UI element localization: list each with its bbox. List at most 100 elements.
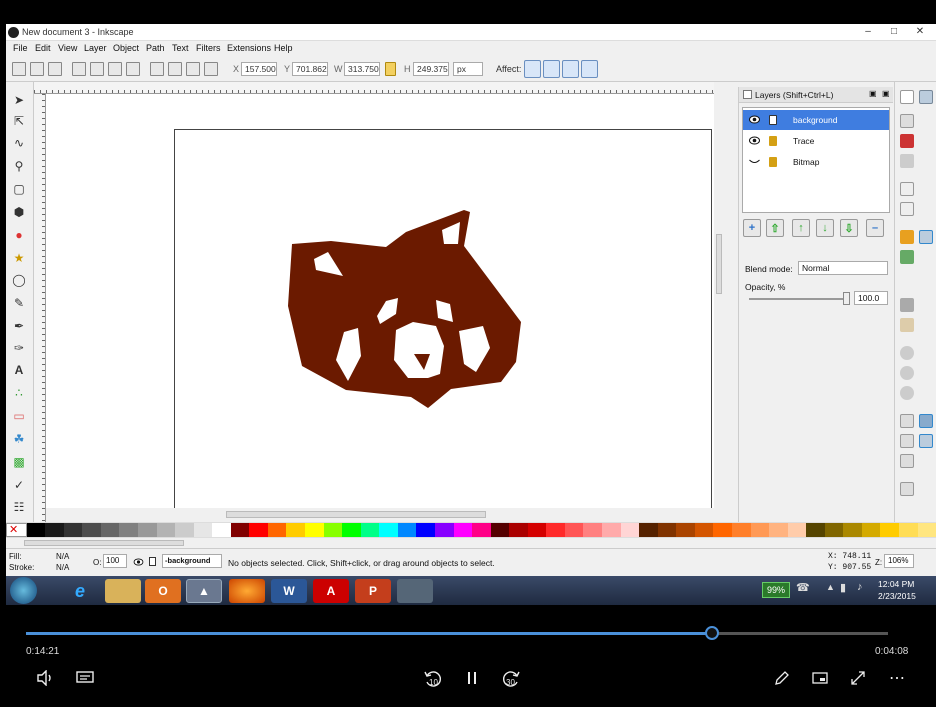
color-palette[interactable]: ✕ [6, 522, 936, 538]
lock-ratio-icon[interactable] [385, 62, 396, 76]
select-all-icon[interactable] [12, 62, 26, 76]
redo-icon[interactable] [900, 250, 914, 264]
star-tool-icon[interactable]: ★ [11, 250, 27, 266]
blend-mode-select[interactable]: Normal [798, 261, 888, 275]
lower-icon[interactable] [186, 62, 200, 76]
color-swatch[interactable] [620, 523, 640, 537]
color-swatch[interactable] [82, 523, 101, 537]
lower-to-bottom-icon[interactable] [204, 62, 218, 76]
raise-to-top-icon[interactable] [150, 62, 164, 76]
layer-row-background[interactable]: background [743, 110, 889, 130]
y-input[interactable]: 701.862 [292, 62, 328, 76]
color-swatch[interactable] [806, 523, 825, 537]
color-swatch[interactable] [45, 523, 64, 537]
color-swatch[interactable] [193, 523, 213, 537]
rectangle-tool-icon[interactable]: ▢ [11, 181, 27, 197]
network-icon[interactable]: ▮ [840, 581, 846, 594]
snap-guide-icon[interactable] [919, 434, 933, 448]
palette-scrollbar[interactable] [20, 538, 936, 548]
duplicate-icon[interactable] [900, 414, 914, 428]
color-swatch[interactable] [602, 523, 621, 537]
color-swatch[interactable] [899, 523, 918, 537]
spiral-tool-icon[interactable]: ◯ [11, 272, 27, 288]
add-layer-button[interactable]: + [743, 219, 761, 237]
color-swatch[interactable] [63, 523, 83, 537]
lock-open-icon[interactable] [769, 115, 777, 125]
zoom-drawing-icon[interactable] [900, 366, 914, 380]
menu-extensions[interactable]: Extensions [227, 43, 271, 53]
x-input[interactable]: 157.500 [241, 62, 277, 76]
color-swatch[interactable] [305, 523, 324, 537]
opacity-slider-handle[interactable] [843, 292, 850, 305]
dropper-tool-icon[interactable]: ✓ [11, 477, 27, 493]
panel-iconify-icon[interactable]: ▣ [869, 89, 877, 98]
color-swatch[interactable] [583, 523, 602, 537]
close-button[interactable]: ✕ [908, 25, 932, 39]
color-swatch[interactable] [137, 523, 157, 537]
volume-icon[interactable]: ♪ [857, 581, 863, 593]
color-swatch[interactable] [917, 523, 936, 537]
affect-stroke-icon[interactable] [524, 60, 541, 78]
menu-layer[interactable]: Layer [84, 43, 107, 53]
unit-select[interactable]: px [453, 62, 483, 76]
snap-toggle-icon[interactable] [919, 90, 933, 104]
color-swatch[interactable] [731, 523, 751, 537]
snap-nodes-icon[interactable] [919, 230, 933, 244]
tray-icon[interactable]: ☎ [796, 581, 810, 594]
current-layer-select[interactable]: -background [162, 554, 222, 568]
text-tool-icon[interactable]: A [11, 362, 27, 378]
panda-head-shape[interactable] [288, 210, 521, 408]
color-swatch[interactable] [472, 523, 491, 537]
connector-tool-icon[interactable]: ☷ [11, 499, 27, 515]
outlook-icon[interactable]: O [145, 579, 181, 603]
undo-icon[interactable] [900, 230, 914, 244]
color-swatch[interactable] [769, 523, 788, 537]
palette-scroll-thumb[interactable] [24, 540, 184, 546]
color-swatch[interactable] [434, 523, 454, 537]
color-swatch[interactable] [509, 523, 528, 537]
w-input[interactable]: 313.750 [344, 62, 380, 76]
color-swatch[interactable] [156, 523, 176, 537]
select-all-layers-icon[interactable] [30, 62, 44, 76]
xml-editor-icon[interactable] [900, 482, 914, 496]
color-swatch[interactable] [119, 523, 138, 537]
color-swatch[interactable] [286, 523, 305, 537]
start-button[interactable] [10, 577, 37, 604]
remove-layer-button[interactable]: – [866, 219, 884, 237]
rotate-cw-icon[interactable] [90, 62, 104, 76]
lower-layer-button[interactable]: ↓ [816, 219, 834, 237]
lower-layer-to-bottom-button[interactable]: ⇩ [840, 219, 858, 237]
skip-forward-button[interactable]: 30 [498, 668, 524, 695]
box-3d-tool-icon[interactable]: ⬢ [11, 204, 27, 220]
horizontal-scrollbar[interactable] [46, 508, 714, 522]
acrobat-icon[interactable]: A [313, 579, 349, 603]
raise-layer-button[interactable]: ↑ [792, 219, 810, 237]
save-icon[interactable] [900, 134, 914, 148]
selector-tool-icon[interactable]: ➤ [11, 92, 27, 108]
no-paint-swatch[interactable]: ✕ [6, 523, 27, 537]
color-swatch[interactable] [639, 523, 658, 537]
menu-path[interactable]: Path [146, 43, 165, 53]
visibility-eye-icon[interactable] [749, 136, 760, 145]
lock-closed-icon[interactable] [769, 157, 777, 167]
export-icon[interactable] [900, 202, 914, 216]
color-swatch[interactable] [397, 523, 417, 537]
taskbar-app-icon[interactable] [397, 579, 433, 603]
maximize-button[interactable]: □ [882, 25, 906, 39]
inkscape-taskbar-icon[interactable]: ▲ [186, 579, 222, 603]
volume-button[interactable] [34, 669, 56, 691]
color-swatch[interactable] [26, 523, 46, 537]
import-icon[interactable] [900, 182, 914, 196]
affect-corners-icon[interactable] [543, 60, 560, 78]
color-swatch[interactable] [230, 523, 250, 537]
mini-view-button[interactable] [810, 670, 830, 691]
captions-button[interactable] [74, 670, 96, 691]
tweak-tool-icon[interactable]: ∿ [11, 135, 27, 151]
lock-closed-icon[interactable] [769, 136, 777, 146]
color-swatch[interactable] [175, 523, 194, 537]
status-opacity-input[interactable]: 100 [103, 554, 127, 568]
fullscreen-button[interactable] [848, 670, 868, 691]
bucket-tool-icon[interactable]: ☘ [11, 431, 27, 447]
firefox-icon[interactable] [229, 579, 265, 603]
red-panda-drawing[interactable] [46, 94, 714, 508]
